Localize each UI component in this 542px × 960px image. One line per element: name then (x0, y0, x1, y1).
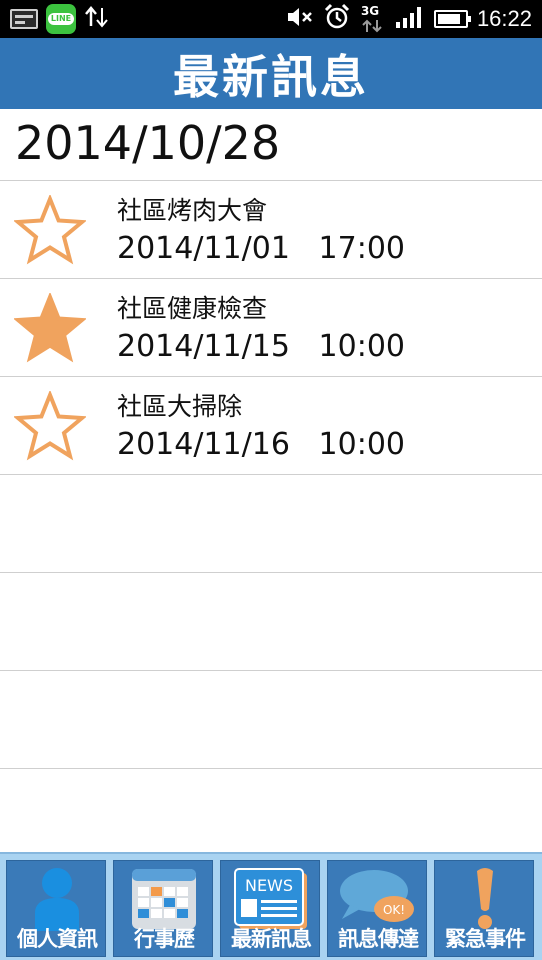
line-app-icon: LINE (46, 4, 76, 34)
nav-item-personal-info[interactable]: 個人資訊 (6, 860, 106, 957)
event-datetime: 2014/11/15 10:00 (117, 329, 405, 364)
data-arrows-icon (84, 4, 110, 34)
star-outline-icon[interactable] (12, 389, 88, 461)
bottom-nav: 個人資訊 行事歷 NEWS 最新訊息 OK! 訊息傳達 緊急事件 (0, 852, 542, 960)
alarm-icon (323, 3, 351, 35)
event-date: 2014/11/01 (117, 231, 290, 266)
nav-item-latest-news[interactable]: NEWS 最新訊息 (220, 860, 320, 957)
empty-list-row (0, 573, 542, 671)
svg-text:OK!: OK! (383, 903, 405, 917)
nav-label: 行事歷 (134, 927, 195, 951)
nav-label: 最新訊息 (231, 927, 312, 951)
event-name: 社區健康檢查 (117, 294, 268, 323)
empty-list-row (0, 475, 542, 573)
sim-card-icon (10, 9, 38, 29)
star-outline-icon[interactable] (12, 193, 88, 265)
event-time: 10:00 (318, 427, 405, 462)
status-bar: LINE 3G 16:22 (0, 0, 542, 38)
event-row[interactable]: 社區烤肉大會 2014/11/01 17:00 (0, 181, 542, 279)
date-header: 2014/10/28 (15, 116, 281, 170)
event-name: 社區大掃除 (117, 392, 243, 421)
event-name: 社區烤肉大會 (117, 196, 268, 225)
network-3g-icon: 3G (360, 4, 386, 34)
nav-item-emergency[interactable]: 緊急事件 (434, 860, 534, 957)
nav-label: 個人資訊 (17, 927, 98, 951)
star-filled-icon[interactable] (12, 291, 88, 363)
event-datetime: 2014/11/01 17:00 (117, 231, 405, 266)
event-row[interactable]: 社區大掃除 2014/11/16 10:00 (0, 377, 542, 475)
nav-item-messaging[interactable]: OK! 訊息傳達 (327, 860, 427, 957)
event-time: 10:00 (318, 329, 405, 364)
event-date: 2014/11/16 (117, 427, 290, 462)
battery-icon (433, 10, 471, 28)
event-time: 17:00 (318, 231, 405, 266)
event-row[interactable]: 社區健康檢查 2014/11/15 10:00 (0, 279, 542, 377)
event-datetime: 2014/11/16 10:00 (117, 427, 405, 462)
chat-bubble-icon: OK! (328, 865, 428, 931)
empty-list-row (0, 671, 542, 769)
page-title: 最新訊息 (173, 49, 369, 104)
clock-time: 16:22 (476, 6, 532, 31)
title-bar: 最新訊息 (0, 38, 542, 109)
nav-item-calendar[interactable]: 行事歷 (113, 860, 213, 957)
news-icon: NEWS (221, 865, 321, 931)
event-date: 2014/11/15 (117, 329, 290, 364)
svg-text:NEWS: NEWS (245, 876, 293, 895)
signal-icon (395, 5, 425, 33)
exclamation-icon (435, 865, 535, 931)
nav-label: 訊息傳達 (338, 927, 419, 951)
mute-icon (286, 5, 314, 33)
calendar-icon (114, 865, 214, 931)
person-icon (7, 865, 107, 931)
event-list: 社區烤肉大會 2014/11/01 17:00 社區健康檢查 2014/11/15 1… (0, 180, 542, 867)
nav-label: 緊急事件 (445, 927, 526, 951)
